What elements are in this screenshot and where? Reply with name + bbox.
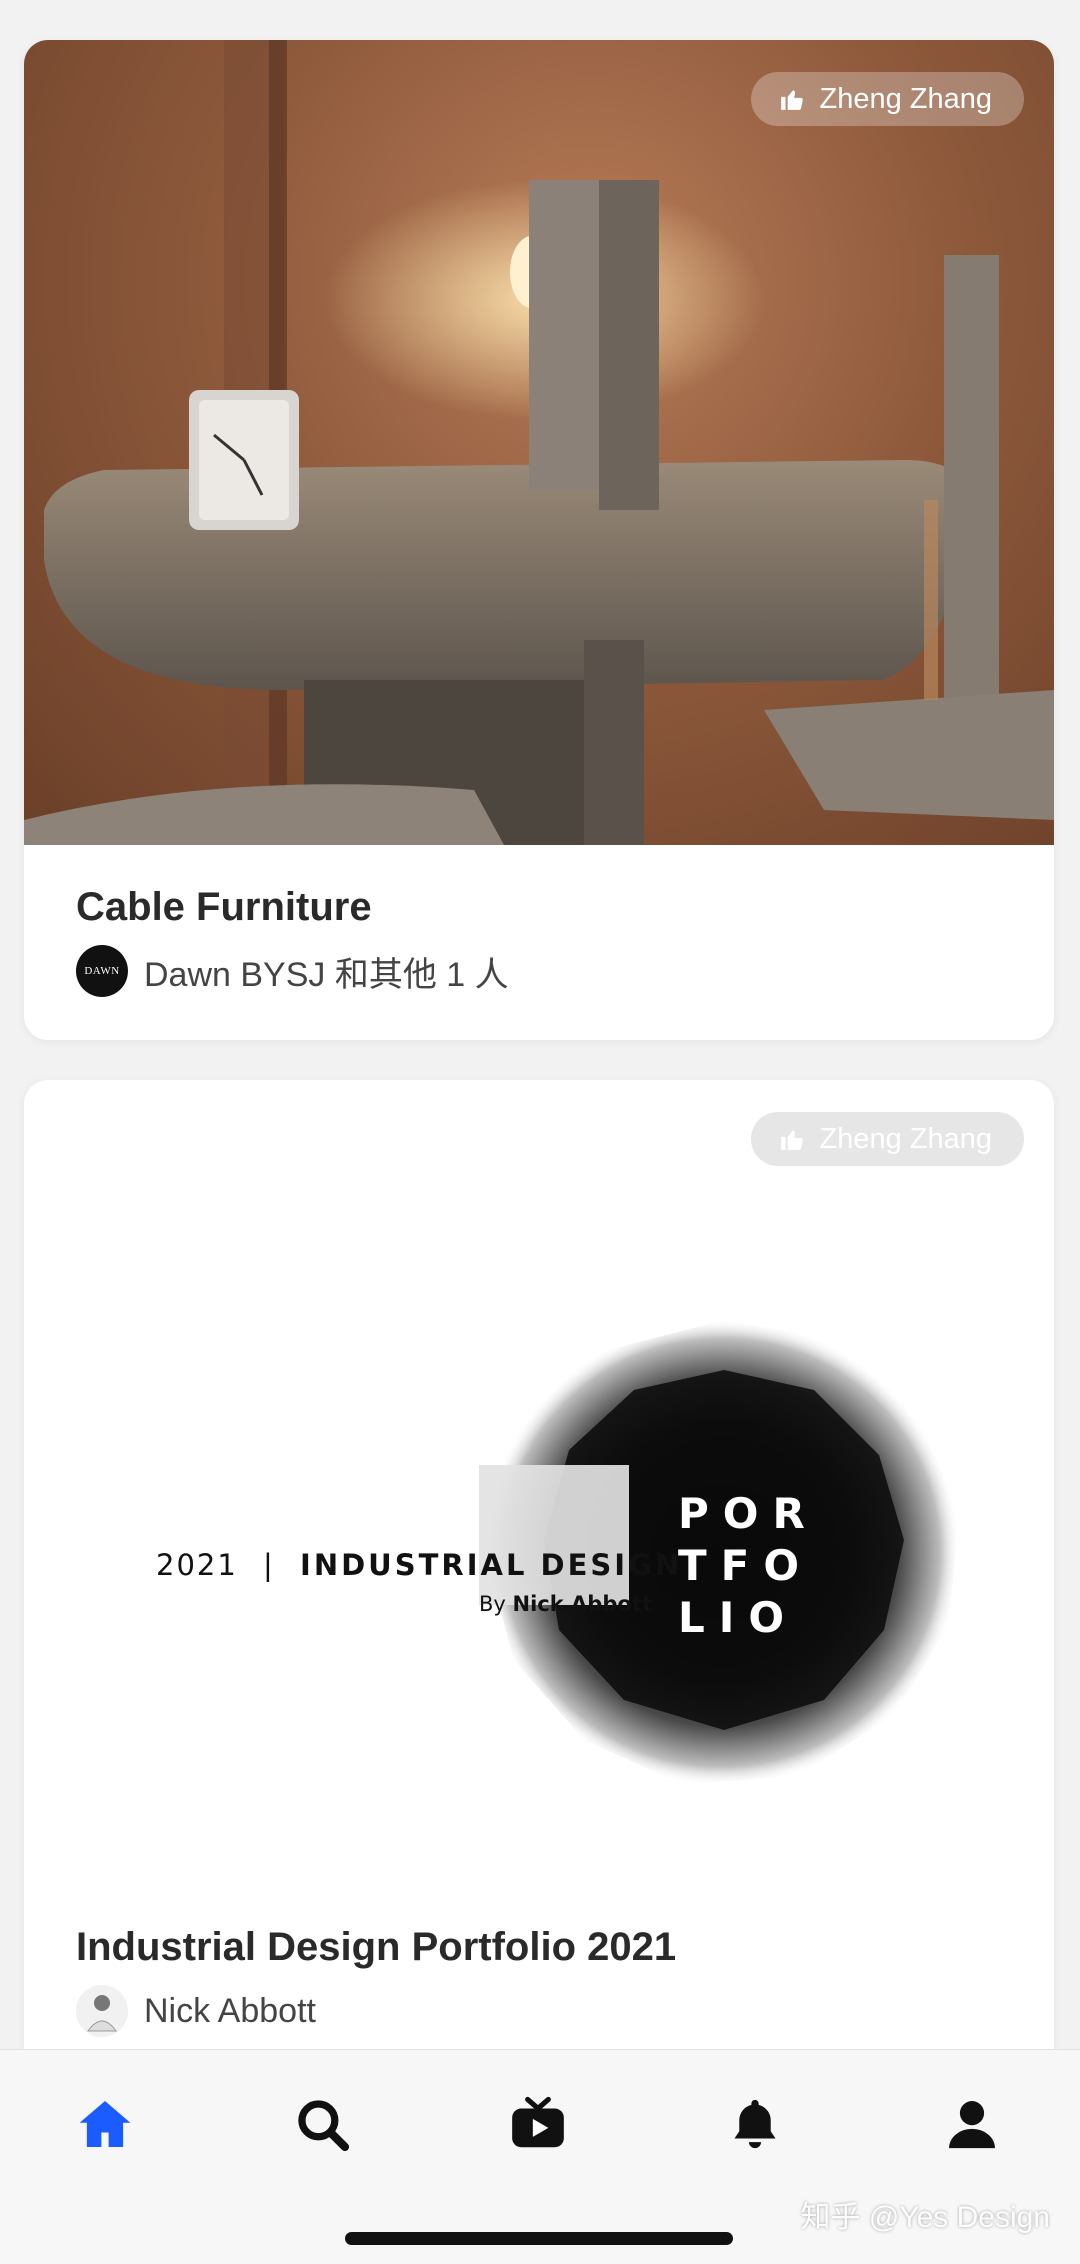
avatar: DAWN	[76, 945, 128, 997]
tab-home[interactable]	[73, 2092, 137, 2156]
bell-icon	[734, 2099, 776, 2149]
person-avatar-icon	[76, 1985, 128, 2037]
wordmark-line: POR	[678, 1489, 819, 1538]
liker-name: Zheng Zhang	[819, 1122, 992, 1155]
cover-by-name: Nick Abbott	[512, 1592, 652, 1616]
cover-by-prefix: By	[479, 1592, 506, 1616]
liker-badge[interactable]: Zheng Zhang	[751, 1112, 1024, 1166]
tab-video[interactable]	[506, 2092, 570, 2156]
cover-heading: 2021 | INDUSTRIAL DESIGN	[156, 1548, 682, 1582]
avatar-text: DAWN	[84, 965, 120, 977]
author-name: Dawn BYSJ 和其他 1 人	[144, 955, 509, 994]
wordmark-line: LIO	[678, 1593, 799, 1642]
wordmark-line: TFO	[678, 1541, 814, 1590]
card-author[interactable]: Nick Abbott	[76, 1985, 316, 2037]
card-author[interactable]: DAWN Dawn BYSJ 和其他 1 人	[76, 945, 509, 997]
avatar	[76, 1985, 128, 2037]
author-name: Nick Abbott	[144, 1991, 316, 2030]
card-title[interactable]: Cable Furniture	[76, 885, 372, 930]
video-icon	[512, 2096, 564, 2148]
liker-badge[interactable]: Zheng Zhang	[751, 72, 1024, 126]
liker-name: Zheng Zhang	[819, 82, 992, 115]
cover-image[interactable]: 2021 | INDUSTRIAL DESIGN By Nick Abbott …	[24, 1170, 1054, 1970]
profile-icon	[949, 2101, 995, 2149]
thumbs-up-icon	[781, 1130, 804, 1150]
cover-year: 2021	[156, 1548, 238, 1582]
home-icon	[79, 2101, 131, 2147]
portfolio-wordmark: POR TFO LIO	[678, 1488, 818, 1644]
feed-card-portfolio[interactable]: 2021 | INDUSTRIAL DESIGN By Nick Abbott …	[24, 1080, 1054, 2180]
furniture-photo-illustration	[24, 40, 1054, 845]
card-title[interactable]: Industrial Design Portfolio 2021	[76, 1925, 676, 1970]
cover-byline: By Nick Abbott	[479, 1592, 652, 1616]
home-indicator[interactable]	[345, 2232, 733, 2245]
cover-photo[interactable]: Zheng Zhang	[24, 40, 1054, 845]
tab-profile[interactable]	[940, 2092, 1004, 2156]
cover-heading-text: INDUSTRIAL DESIGN	[300, 1548, 683, 1582]
feed-card-cable-furniture[interactable]: Zheng Zhang Cable Furniture DAWN Dawn BY…	[24, 40, 1054, 1040]
thumbs-up-icon	[781, 90, 804, 110]
tab-search[interactable]	[290, 2092, 354, 2156]
cover-separator: |	[263, 1548, 275, 1582]
tab-notifications[interactable]	[723, 2092, 787, 2156]
watermark: 知乎 @Yes Design	[800, 2201, 1050, 2234]
search-icon	[298, 2100, 350, 2152]
